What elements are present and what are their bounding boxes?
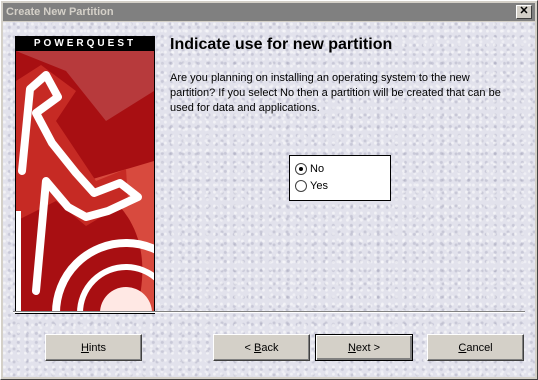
title-bar[interactable]: Create New Partition ✕ <box>3 3 535 21</box>
cancel-label: ancel <box>466 342 493 354</box>
hints-accel: H <box>80 342 89 354</box>
window-title: Create New Partition <box>6 6 114 18</box>
close-icon: ✕ <box>519 5 529 17</box>
radio-no-label: No <box>310 163 325 175</box>
separator-light <box>13 312 525 313</box>
radio-selected-dot <box>299 167 303 171</box>
next-accel: N <box>347 342 356 354</box>
wizard-body: POWERQUEST Indicate use for new partitio… <box>3 22 535 377</box>
powerquest-logo: POWERQUEST <box>15 36 155 314</box>
logo-artwork-icon <box>16 51 154 313</box>
close-button[interactable]: ✕ <box>516 5 532 19</box>
brand-name: POWERQUEST <box>16 37 154 51</box>
os-choice-group: No Yes <box>289 155 391 201</box>
cancel-button[interactable]: Cancel <box>427 334 524 361</box>
next-label: ext > <box>355 342 381 354</box>
back-button[interactable]: < Back <box>213 334 310 361</box>
next-button[interactable]: Next > <box>315 334 413 361</box>
hints-label: ints <box>88 342 107 354</box>
radio-circle <box>295 163 307 175</box>
page-title: Indicate use for new partition <box>170 36 393 53</box>
dialog-window: Create New Partition ✕ POWERQUEST Indica… <box>0 0 538 380</box>
radio-yes-label: Yes <box>310 180 328 192</box>
hints-button[interactable]: Hints <box>45 334 142 361</box>
back-label: ack <box>261 342 279 354</box>
back-prefix: < <box>244 342 254 354</box>
page-description: Are you planning on installing an operat… <box>170 72 501 114</box>
radio-circle <box>295 180 307 192</box>
